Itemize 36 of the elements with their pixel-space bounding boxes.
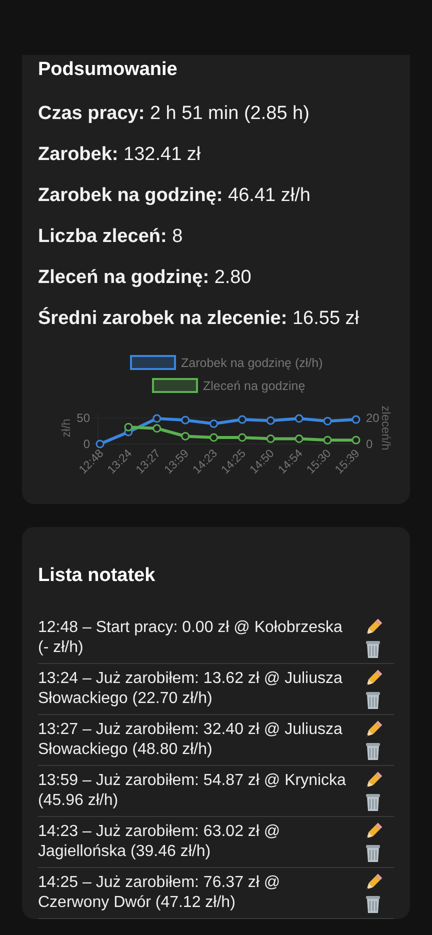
tick-label: 0: [83, 437, 90, 451]
trash-icon[interactable]: [363, 843, 383, 863]
data-point: [294, 414, 304, 423]
tick-label: 0: [366, 437, 373, 451]
axis-title: zleceń/h: [379, 406, 393, 450]
summary-stat: Zarobek na godzinę: 46.41 zł/h: [38, 185, 312, 207]
legend-swatch: [130, 355, 176, 370]
trash-icon[interactable]: [363, 741, 383, 761]
axis-title: zł/h: [59, 418, 73, 438]
data-point: [181, 432, 190, 440]
data-point: [124, 422, 133, 432]
summary-stat: Zarobek: 132.41 zł: [38, 144, 202, 166]
data-point: [210, 433, 218, 442]
tick-label: 50: [76, 411, 90, 425]
summary-stat: Zleceń na godzinę: 2.80: [38, 267, 252, 289]
card-title: Lista notatek: [38, 564, 156, 588]
data-point: [152, 424, 162, 433]
trash-icon[interactable]: [363, 894, 383, 914]
card-title: Podsumowanie: [38, 58, 178, 82]
trash-icon[interactable]: [363, 792, 383, 812]
tick-label: 20: [366, 411, 380, 425]
summary-stat: Średni zarobek na zlecenie: 16.55 zł: [38, 308, 360, 330]
note-text: 12:48 – Start pracy: 0.00 zł @ Kołobrzeska (- zł/h): [38, 618, 344, 658]
note-text: 14:25 – Już zarobiłem: 76.37 zł @ Czerwony Dwór (47.12 zł/h): [38, 873, 282, 913]
note-text: 13:27 – Już zarobiłem: 32.40 zł @ Juliusza Słowackiego (48.80 zł/h): [38, 720, 344, 760]
summary-stat: Liczba zleceń: 8: [38, 226, 184, 248]
summary-stat: Czas pracy: 2 h 51 min (2.85 h): [38, 103, 310, 125]
trash-icon[interactable]: [363, 639, 383, 659]
trash-icon[interactable]: [363, 690, 383, 710]
note-text: 13:59 – Już zarobiłem: 54.87 zł @ Krynicka (45.96 zł/h): [38, 771, 347, 811]
legend-swatch: [152, 378, 198, 393]
data-point: [238, 433, 246, 442]
note-text: 14:23 – Już zarobiłem: 63.02 zł @ Jagiellońska (39.46 zł/h): [38, 822, 282, 862]
note-text: 13:24 – Już zarobiłem: 13.62 zł @ Juliusza Słowackiego (22.70 zł/h): [38, 669, 344, 709]
legend-label: Zarobek na godzinę (zł/h): [181, 356, 323, 370]
legend-label: Zleceń na godzinę: [203, 379, 306, 393]
